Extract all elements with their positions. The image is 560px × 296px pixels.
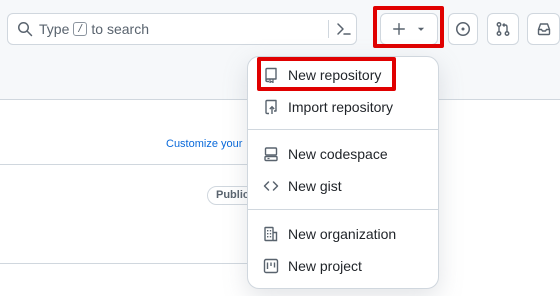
code-icon — [263, 181, 279, 191]
search-placeholder: Type / to search — [39, 21, 149, 37]
issue-opened-icon — [456, 22, 470, 36]
organization-icon — [264, 226, 278, 242]
new-repository-highlight — [257, 57, 396, 91]
git-pull-request-icon — [496, 22, 510, 36]
repo-push-icon — [265, 99, 277, 115]
menu-item-new-codespace[interactable]: New codespace — [256, 138, 432, 170]
issues-button[interactable] — [448, 13, 478, 45]
inbox-icon — [537, 23, 550, 36]
content-divider — [0, 263, 248, 264]
menu-item-label: New project — [288, 258, 362, 274]
content-divider — [0, 164, 248, 165]
menu-item-label: New organization — [288, 226, 397, 242]
menu-item-new-gist[interactable]: New gist — [256, 170, 432, 202]
search-placeholder-prefix: Type — [39, 21, 70, 37]
menu-divider — [248, 129, 438, 130]
menu-item-label: New codespace — [288, 146, 388, 162]
command-palette-icon[interactable] — [336, 21, 352, 37]
search-icon — [18, 22, 33, 37]
menu-item-new-organization[interactable]: New organization — [256, 218, 432, 250]
inbox-button[interactable] — [527, 13, 560, 45]
create-button-highlight — [373, 6, 444, 48]
menu-item-import-repository[interactable]: Import repository — [256, 91, 432, 123]
search-input[interactable]: Type / to search — [7, 13, 357, 45]
menu-divider — [248, 209, 438, 210]
search-divider — [328, 20, 329, 38]
menu-item-new-project[interactable]: New project — [256, 250, 432, 282]
pull-requests-button[interactable] — [487, 13, 519, 45]
codespaces-icon — [264, 147, 278, 162]
customize-link[interactable]: Customize your — [166, 138, 242, 150]
search-placeholder-suffix: to search — [91, 21, 149, 37]
menu-item-label: Import repository — [288, 99, 394, 115]
search-shortcut-key: / — [73, 22, 88, 36]
project-icon — [263, 258, 279, 274]
menu-item-label: New gist — [288, 178, 342, 194]
